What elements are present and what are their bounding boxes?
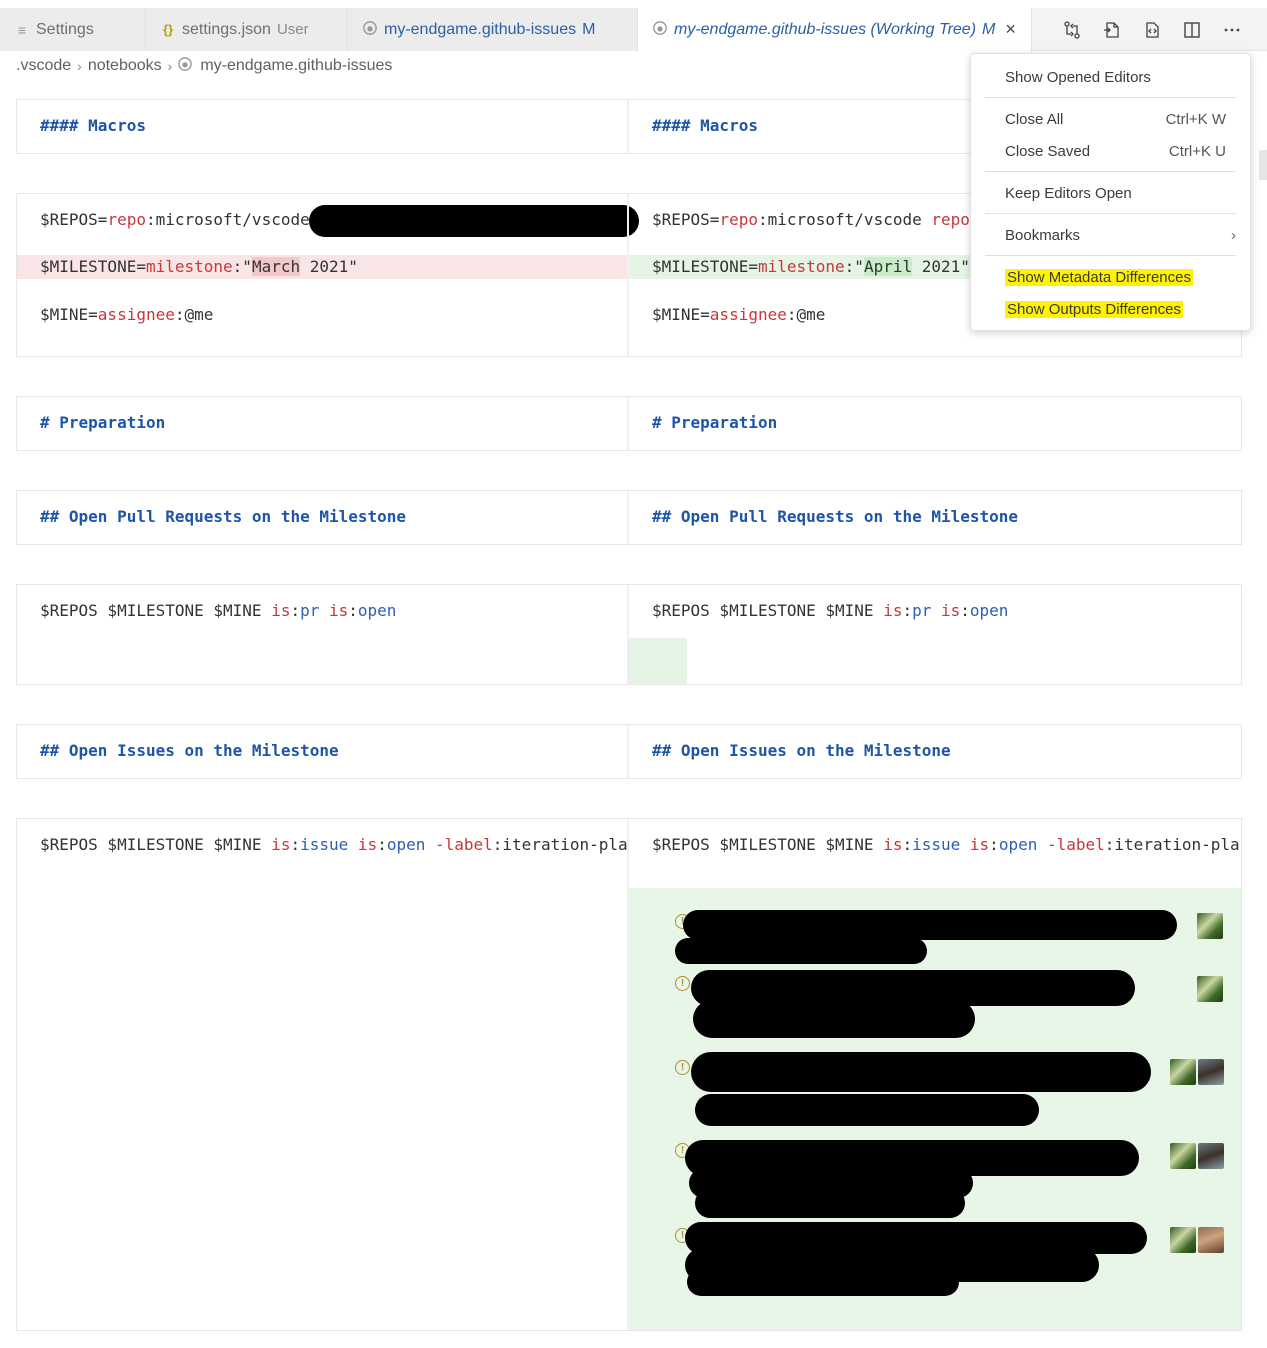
cell-text: #### Macros xyxy=(40,116,146,135)
code-line: $MILESTONE=milestone:"April 2021" xyxy=(652,257,970,276)
diff-original: $REPOS=repo:microsoft/vscode $MILESTONE=… xyxy=(17,194,639,356)
code-line: $REPOS=repo:microsoft/vscode repo xyxy=(652,210,970,229)
chevron-right-icon: › xyxy=(77,58,82,74)
diff-original: #### Macros xyxy=(17,100,628,153)
open-file-icon[interactable] xyxy=(1092,15,1132,45)
cell-text: ## Open Issues on the Milestone xyxy=(652,741,951,760)
avatar xyxy=(1170,1059,1196,1085)
diff-original: $REPOS $MILESTONE $MINE is:pr is:open xyxy=(17,585,628,684)
diff-modified: $REPOS $MILESTONE $MINE is:pr is:open xyxy=(629,585,1241,684)
menu-separator xyxy=(985,213,1236,214)
avatar xyxy=(1198,1227,1224,1253)
redaction xyxy=(683,910,1177,940)
tab-settings-json[interactable]: {} settings.json User xyxy=(146,8,348,51)
open-changes-icon[interactable] xyxy=(1052,15,1092,45)
redaction xyxy=(309,205,639,237)
markdown-cell[interactable]: # Preparation # Preparation xyxy=(16,396,1242,451)
breadcrumb-item[interactable]: notebooks xyxy=(88,57,162,75)
menu-separator xyxy=(985,171,1236,172)
tab-label: Settings xyxy=(36,20,94,38)
avatar xyxy=(1170,1143,1196,1169)
tab-label: settings.json xyxy=(182,20,271,38)
keybinding: Ctrl+K W xyxy=(1165,110,1226,128)
diff-original: $REPOS $MILESTONE $MINE is:issue is:open… xyxy=(17,819,628,1330)
menu-item-show-opened-editors[interactable]: Show Opened Editors xyxy=(1005,62,1226,92)
tab-github-issues[interactable]: my-endgame.github-issues M xyxy=(348,8,638,51)
chevron-right-icon: › xyxy=(1231,226,1236,244)
chevron-right-icon: › xyxy=(167,58,173,74)
menu-item-keep-editors-open[interactable]: Keep Editors Open xyxy=(1005,178,1226,208)
inline-view-icon[interactable] xyxy=(1132,15,1172,45)
avatar xyxy=(1197,976,1223,1002)
menu-item-show-outputs-differences[interactable]: Show Outputs Differences xyxy=(1005,294,1226,324)
code-line: $REPOS $MILESTONE $MINE is:pr is:open xyxy=(40,601,397,620)
code-line: $MINE=assignee:@me xyxy=(40,305,214,324)
menu-item-close-all[interactable]: Close All Ctrl+K W xyxy=(1005,104,1226,134)
code-line: $MINE=assignee:@me xyxy=(652,305,826,324)
markdown-cell[interactable]: ## Open Issues on the Milestone ## Open … xyxy=(16,724,1242,779)
code-line: $REPOS $MILESTONE $MINE is:issue is:open… xyxy=(652,835,1240,854)
menu-item-show-metadata-differences[interactable]: Show Metadata Differences xyxy=(1005,262,1226,292)
cell-text: # Preparation xyxy=(652,413,778,432)
avatar xyxy=(1170,1227,1196,1253)
menu-separator xyxy=(985,255,1236,256)
breadcrumb: .vscode › notebooks › my-endgame.github-… xyxy=(16,55,392,77)
markdown-cell[interactable]: ## Open Pull Requests on the Milestone #… xyxy=(16,490,1242,545)
avatar xyxy=(1197,913,1223,939)
diff-modified: # Preparation xyxy=(629,397,1241,450)
breadcrumb-item[interactable]: my-endgame.github-issues xyxy=(200,57,392,75)
cell-text: ## Open Pull Requests on the Milestone xyxy=(652,507,1019,526)
menu-item-bookmarks[interactable]: Bookmarks › xyxy=(1005,220,1236,250)
diff-original: ## Open Pull Requests on the Milestone xyxy=(17,491,628,544)
json-braces-icon: {} xyxy=(162,22,174,37)
code-cell[interactable]: $REPOS $MILESTONE $MINE is:pr is:open $R… xyxy=(16,584,1242,685)
github-icon xyxy=(362,21,378,38)
cell-text: ## Open Pull Requests on the Milestone xyxy=(40,507,407,526)
split-editor-icon[interactable] xyxy=(1172,15,1212,45)
close-icon[interactable]: × xyxy=(1005,19,1016,40)
github-icon xyxy=(178,56,193,76)
cell-text: ## Open Issues on the Milestone xyxy=(40,741,339,760)
cell-text: #### Macros xyxy=(652,116,758,135)
avatar xyxy=(1198,1143,1224,1169)
avatar xyxy=(1198,1059,1224,1085)
github-icon xyxy=(652,21,668,38)
redaction xyxy=(695,1188,965,1218)
breadcrumb-item[interactable]: .vscode xyxy=(16,57,71,75)
code-line: $REPOS $MILESTONE $MINE is:pr is:open xyxy=(652,601,1009,620)
tab-github-issues-working-tree[interactable]: my-endgame.github-issues (Working Tree) … xyxy=(638,8,1032,52)
code-line: $REPOS $MILESTONE $MINE is:issue is:open… xyxy=(40,835,628,854)
diff-original: ## Open Issues on the Milestone xyxy=(17,725,628,778)
menu-separator xyxy=(985,97,1236,98)
editor-actions xyxy=(1052,8,1252,51)
redaction xyxy=(695,1094,1039,1126)
inserted-output-area: ! ! ! ! ! xyxy=(629,888,1241,1330)
diff-modified: ## Open Issues on the Milestone xyxy=(629,725,1241,778)
issue-open-icon: ! xyxy=(675,976,690,991)
more-actions-icon[interactable] xyxy=(1212,15,1252,45)
vertical-scrollbar[interactable] xyxy=(1259,150,1267,180)
diff-original: # Preparation xyxy=(17,397,628,450)
code-line: $REPOS=repo:microsoft/vscode xyxy=(40,210,310,229)
redaction xyxy=(687,1268,959,1296)
cell-text: # Preparation xyxy=(40,413,166,432)
diff-modified: ## Open Pull Requests on the Milestone xyxy=(629,491,1241,544)
menu-item-close-saved[interactable]: Close Saved Ctrl+K U xyxy=(1005,136,1226,166)
tab-description: User xyxy=(276,21,309,38)
code-cell[interactable]: $REPOS $MILESTONE $MINE is:issue is:open… xyxy=(16,818,1242,1331)
redaction xyxy=(693,1000,975,1038)
modified-indicator: M xyxy=(982,20,996,38)
redaction xyxy=(691,1052,1151,1092)
code-line: $MILESTONE=milestone:"March 2021" xyxy=(40,257,358,276)
inserted-output-marker xyxy=(629,638,687,684)
redaction xyxy=(675,938,927,964)
keybinding: Ctrl+K U xyxy=(1168,142,1226,160)
tab-label: my-endgame.github-issues xyxy=(384,20,577,38)
tab-label: my-endgame.github-issues (Working Tree) xyxy=(674,20,977,38)
hamburger-icon: ≡ xyxy=(17,21,27,38)
editor-actions-context-menu: Show Opened Editors Close All Ctrl+K W Cl… xyxy=(970,53,1251,331)
issue-open-icon: ! xyxy=(675,1060,690,1075)
modified-indicator: M xyxy=(582,20,596,38)
tab-settings[interactable]: ≡ Settings xyxy=(0,8,146,51)
